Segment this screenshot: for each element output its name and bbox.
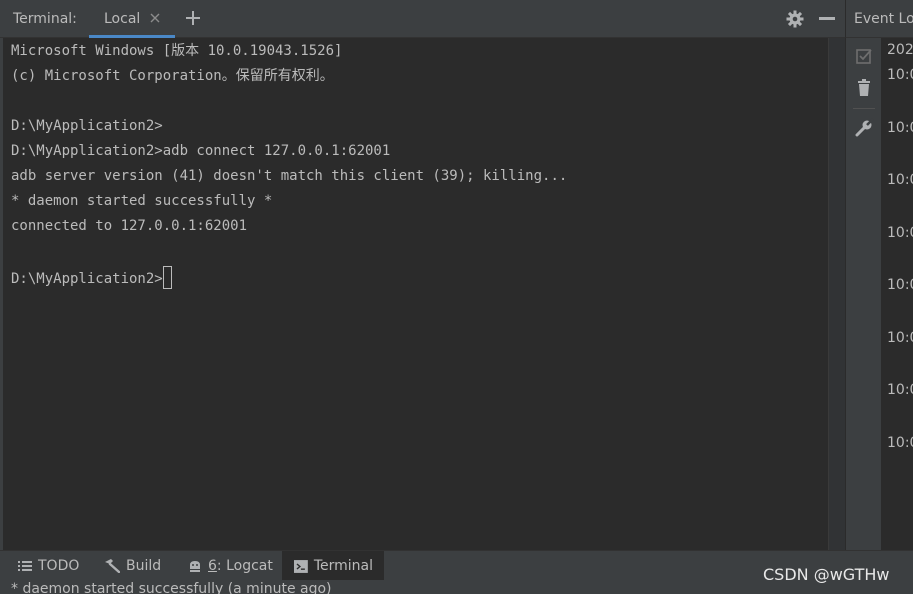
- terminal-prompt-line[interactable]: D:\MyApplication2>: [11, 266, 567, 291]
- event-time: 10:0: [887, 225, 913, 241]
- close-icon[interactable]: [149, 12, 161, 24]
- event-time: 10:0: [887, 435, 913, 451]
- tab-terminal[interactable]: Terminal: [282, 551, 384, 581]
- terminal-icon: [294, 559, 308, 573]
- event-time: 10:0: [887, 172, 913, 188]
- terminal-lines: Microsoft Windows [版本 10.0.19043.1526] (…: [11, 41, 567, 291]
- tab-build[interactable]: Build: [104, 551, 172, 581]
- toolbar-separator: [853, 108, 875, 109]
- terminal-line: (c) Microsoft Corporation。保留所有权利。: [11, 68, 334, 84]
- plus-icon[interactable]: [184, 9, 202, 27]
- terminal-line: connected to 127.0.0.1:62001: [11, 218, 248, 234]
- event-log-title: Event Lo: [854, 11, 913, 27]
- terminal-line: Microsoft Windows [版本 10.0.19043.1526]: [11, 43, 343, 59]
- event-time: 10:0: [887, 330, 913, 346]
- event-log-header[interactable]: Event Lo: [845, 0, 913, 38]
- tab-todo[interactable]: TODO: [18, 551, 90, 581]
- terminal-cursor[interactable]: [162, 266, 172, 289]
- mark-read-icon[interactable]: [854, 46, 874, 66]
- logcat-icon: [190, 561, 200, 572]
- event-time: 10:0: [887, 382, 913, 398]
- list-icon: [18, 561, 32, 571]
- wrench-icon[interactable]: [854, 118, 874, 138]
- watermark: CSDN @wGTHw: [763, 565, 890, 584]
- terminal-line: D:\MyApplication2>: [11, 118, 163, 134]
- terminal-scrollbar[interactable]: [828, 38, 845, 550]
- event-time: 10:0: [887, 67, 913, 83]
- gear-icon[interactable]: [786, 10, 804, 28]
- event-date: 202: [887, 42, 913, 58]
- tab-local-label: Local: [104, 11, 141, 27]
- terminal-title: Terminal:: [13, 11, 77, 27]
- event-log-toolbar: [845, 38, 881, 550]
- event-time: 10:0: [887, 120, 913, 136]
- terminal-header: Terminal: Local: [0, 0, 845, 38]
- tab-todo-label: TODO: [38, 558, 80, 574]
- tab-logcat-number: 6: [208, 558, 217, 574]
- terminal-line: adb server version (41) doesn't match th…: [11, 168, 568, 184]
- minimize-icon[interactable]: [819, 17, 835, 20]
- terminal-prompt: D:\MyApplication2>: [11, 271, 163, 287]
- terminal-line: * daemon started successfully *: [11, 193, 273, 209]
- tab-logcat[interactable]: 6: Logcat: [188, 551, 284, 581]
- tab-logcat-text: : Logcat: [216, 558, 273, 574]
- tab-logcat-label: 6: Logcat: [208, 558, 273, 574]
- tab-build-label: Build: [126, 558, 162, 574]
- event-time: 10:0: [887, 277, 913, 293]
- terminal-output[interactable]: Microsoft Windows [版本 10.0.19043.1526] (…: [0, 38, 828, 550]
- hammer-icon: [105, 559, 120, 573]
- event-log-entries[interactable]: 202 10:0 10:0 10:0 10:0 10:0 10:0 10:0 1…: [881, 38, 913, 550]
- status-message: * daemon started successfully (a minute …: [11, 581, 332, 594]
- tab-local[interactable]: Local: [89, 0, 175, 38]
- terminal-line: D:\MyApplication2>adb connect 127.0.0.1:…: [11, 143, 391, 159]
- tab-terminal-label: Terminal: [313, 558, 373, 574]
- trash-icon[interactable]: [854, 78, 874, 98]
